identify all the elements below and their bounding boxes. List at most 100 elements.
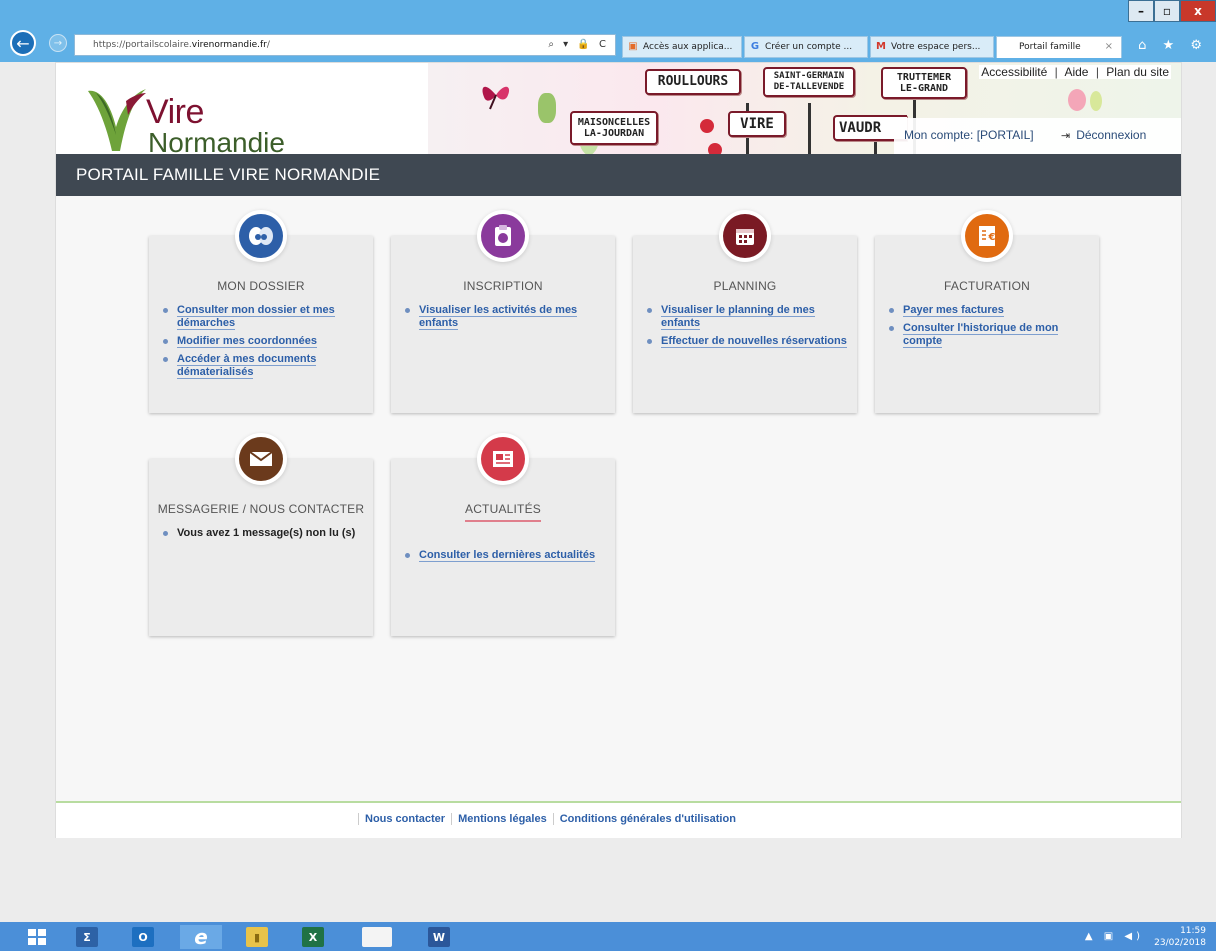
url-prefix: https://portailscolaire. — [93, 40, 192, 50]
separator: | — [1095, 65, 1099, 79]
taskbar-glyph — [362, 927, 392, 947]
address-bar[interactable]: https://portailscolaire.virenormandie.fr… — [74, 34, 616, 56]
list-item: Payer mes factures — [885, 304, 1089, 317]
tab-portail-famille[interactable]: Portail famille × — [996, 36, 1122, 58]
footer-links: Nous contacter Mentions légales Conditions… — [358, 813, 742, 825]
svg-text:€: € — [988, 232, 996, 243]
sign-pole — [808, 103, 811, 154]
sign-text: SAINT-GERMAIN — [773, 71, 845, 81]
logo-text-normandie: Normandie — [148, 127, 285, 154]
link-nouvelles-reservations[interactable]: Effectuer de nouvelles réservations — [661, 335, 847, 348]
flower-decoration — [1068, 89, 1086, 111]
logout-label: Déconnexion — [1076, 128, 1147, 142]
url-domain: virenormandie.fr — [191, 40, 267, 50]
card-title: INSCRIPTION — [463, 279, 543, 293]
separator: | — [1054, 65, 1058, 79]
logout-icon: ⇥ — [1061, 129, 1071, 142]
card-links: Consulter mon dossier et mes démarches M… — [159, 304, 363, 384]
outlook-icon[interactable]: O — [126, 925, 160, 949]
newspaper-icon[interactable] — [481, 437, 525, 481]
butterfly-icon — [482, 86, 510, 110]
minimize-button[interactable]: – — [1128, 0, 1154, 22]
envelope-icon[interactable] — [239, 437, 283, 481]
start-button[interactable] — [20, 925, 54, 949]
close-button[interactable]: x — [1180, 0, 1216, 22]
footer-link-cgu[interactable]: Conditions générales d'utilisation — [552, 813, 742, 825]
powershell-icon[interactable]: Σ — [70, 925, 104, 949]
taskbar-glyph: X — [302, 927, 324, 947]
clock-time: 11:59 — [1180, 926, 1206, 936]
tab-label: Portail famille — [1019, 42, 1081, 52]
page-content: Vire Normandie ROULLOURS SAINT-GERMAIN D… — [55, 62, 1182, 838]
card-links: Visualiser le planning de mes enfants Ef… — [643, 304, 847, 353]
card-planning: PLANNING Visualiser le planning de mes e… — [633, 214, 857, 413]
taskbar-glyph: ▮ — [246, 927, 268, 947]
restore-button[interactable]: ▫ — [1154, 0, 1180, 22]
accessibility-link[interactable]: Accessibilité — [981, 65, 1047, 79]
footer-link-contact[interactable]: Nous contacter — [358, 813, 452, 825]
card-title: MON DOSSIER — [217, 279, 305, 293]
internet-explorer-icon[interactable]: e — [180, 925, 222, 949]
address-icons[interactable]: ⌕ ▾ 🔒 C — [548, 35, 609, 55]
clock-date: 23/02/2018 — [1154, 938, 1206, 948]
link-visualiser-activites[interactable]: Visualiser les activités de mes enfants — [419, 304, 578, 330]
link-historique-compte[interactable]: Consulter l'historique de mon compte — [903, 322, 1059, 348]
link-dernieres-actualites[interactable]: Consulter les dernières actualités — [419, 549, 596, 562]
site-header: Vire Normandie ROULLOURS SAINT-GERMAIN D… — [56, 63, 1181, 154]
clock[interactable]: 11:59 23/02/2018 — [1154, 925, 1206, 949]
invoice-euro-icon[interactable]: € — [965, 214, 1009, 258]
card-links: Payer mes factures Consulter l'historiqu… — [885, 304, 1089, 353]
link-payer-factures[interactable]: Payer mes factures — [903, 304, 1004, 317]
window-controls: – ▫ x — [1128, 0, 1216, 22]
account-link[interactable]: Mon compte: [PORTAIL] — [904, 128, 1034, 142]
close-tab-icon[interactable]: × — [1105, 37, 1113, 57]
file-explorer-icon[interactable]: ▮ — [236, 925, 278, 949]
card-items: Vous avez 1 message(s) non lu (s) — [159, 527, 363, 545]
tab-espace-personnel[interactable]: M Votre espace pers... — [870, 36, 994, 58]
home-favorites-settings-icon[interactable]: ⌂ ★ ⚙ — [1138, 38, 1208, 53]
back-arrow-icon[interactable]: ← — [10, 30, 36, 56]
word-icon[interactable]: W — [418, 925, 460, 949]
card-facturation: € FACTURATION Payer mes factures Consult… — [875, 214, 1099, 413]
calendar-icon[interactable] — [723, 214, 767, 258]
sign-saint-germain: SAINT-GERMAIN DE-TALLEVENDE — [763, 67, 855, 97]
sign-maisoncelles: MAISONCELLES LA-JOURDAN — [570, 111, 658, 145]
tab-acces-applications[interactable]: ▣ Accès aux applica... — [622, 36, 742, 58]
flower-decoration — [708, 143, 722, 154]
link-consulter-dossier[interactable]: Consulter mon dossier et mes démarches — [177, 304, 335, 330]
sign-text: MAISONCELLES — [577, 117, 651, 128]
sitemap-link[interactable]: Plan du site — [1106, 65, 1169, 79]
vire-normandie-logo[interactable]: Vire Normandie — [86, 83, 286, 154]
excel-icon[interactable]: X — [292, 925, 334, 949]
link-visualiser-planning[interactable]: Visualiser le planning de mes enfants — [661, 304, 815, 330]
footer-link-mentions[interactable]: Mentions légales — [451, 813, 553, 825]
apps-tab-icon: ▣ — [628, 41, 638, 52]
link-modifier-coordonnees[interactable]: Modifier mes coordonnées — [177, 335, 317, 348]
link-documents-dematerialises[interactable]: Accéder à mes documents dématerialisés — [177, 353, 317, 379]
user-face-icon[interactable] — [239, 214, 283, 258]
card-messagerie: MESSAGERIE / NOUS CONTACTER Vous avez 1 … — [149, 437, 373, 636]
account-bar: Mon compte: [PORTAIL] ⇥ Déconnexion — [894, 118, 1181, 154]
sign-text: LE-GRAND — [899, 83, 949, 94]
flower-decoration — [1090, 91, 1102, 111]
system-tray: ▲ ▣ ◀) 11:59 23/02/2018 — [1066, 924, 1206, 950]
card-inscription: INSCRIPTION Visualiser les activités de … — [391, 214, 615, 413]
sign-text: VIRE — [740, 116, 774, 132]
tab-creer-compte[interactable]: G Créer un compte ... — [744, 36, 868, 58]
unread-messages-notice[interactable]: Vous avez 1 message(s) non lu (s) — [159, 527, 363, 540]
forward-arrow-icon[interactable]: → — [49, 34, 67, 52]
help-link[interactable]: Aide — [1064, 65, 1088, 79]
gmail-icon: M — [876, 41, 886, 52]
sign-roullours: ROULLOURS — [645, 69, 741, 95]
logout-link[interactable]: ⇥ Déconnexion — [1061, 128, 1146, 142]
blank-app-icon[interactable] — [356, 925, 398, 949]
tab-label: Votre espace pers... — [891, 42, 981, 52]
windows-taskbar: Σ O e ▮ X W ▲ ▣ ◀) 11:59 23/02/2018 — [0, 922, 1216, 951]
browser-toolbar: ← → https://portailscolaire.virenormandi… — [0, 22, 1216, 62]
clipboard-icon[interactable] — [481, 214, 525, 258]
page-title: PORTAIL FAMILLE VIRE NORMANDIE — [56, 154, 1181, 196]
tray-icons[interactable]: ▲ ▣ ◀) — [1085, 931, 1144, 942]
card-title: MESSAGERIE / NOUS CONTACTER — [157, 502, 365, 516]
sign-text: ROULLOURS — [657, 74, 729, 89]
list-item: Effectuer de nouvelles réservations — [643, 335, 847, 348]
